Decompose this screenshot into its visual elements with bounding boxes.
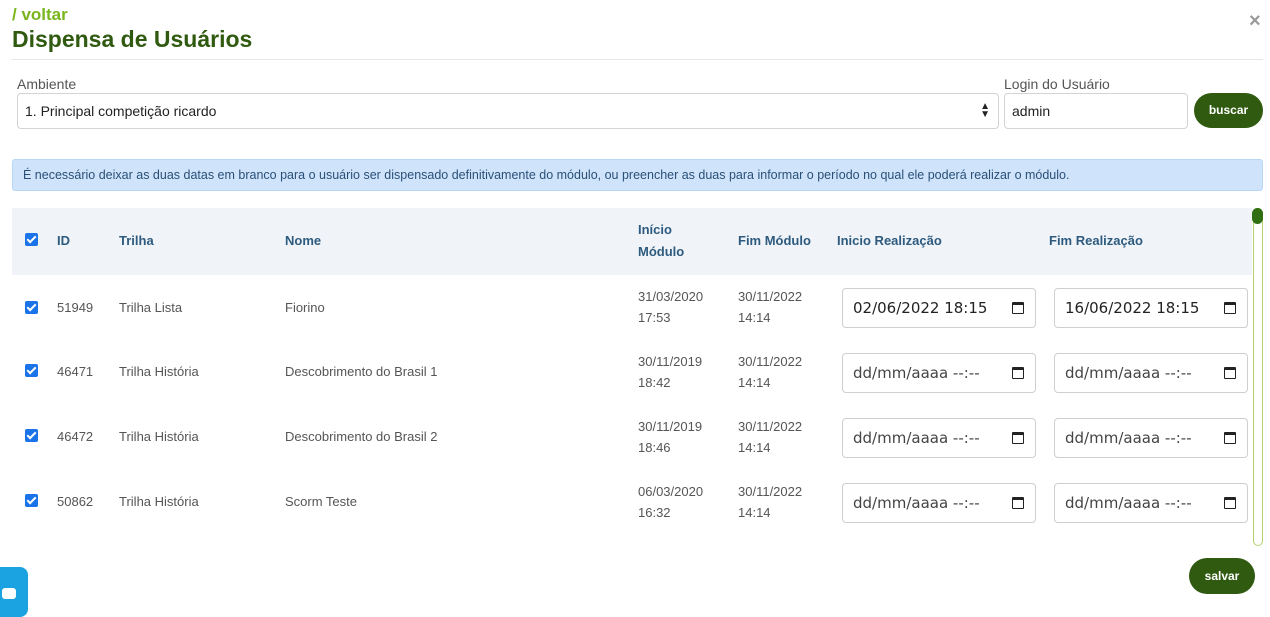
row-trilha: Trilha História <box>119 429 199 444</box>
row-checkbox[interactable] <box>25 494 38 507</box>
calendar-icon[interactable] <box>1224 497 1236 509</box>
row-checkbox[interactable] <box>25 429 38 442</box>
row-fim-time: 14:14 <box>738 310 771 325</box>
login-input[interactable] <box>1004 93 1188 129</box>
row-inicio-time: 18:42 <box>638 375 671 390</box>
table-scrollbar[interactable] <box>1253 208 1263 546</box>
row-id: 51949 <box>57 300 94 315</box>
column-header-id: ID <box>57 233 70 248</box>
calendar-icon[interactable] <box>1224 302 1236 314</box>
calendar-icon[interactable] <box>1012 367 1024 379</box>
row-inicio-date: 31/03/2020 <box>638 289 704 304</box>
row-inicio-date: 06/03/2020 <box>638 484 704 499</box>
row-id: 50862 <box>57 494 94 509</box>
row-trilha: Trilha História <box>119 364 199 379</box>
row-fim-time: 14:14 <box>738 375 771 390</box>
row-inicio-modulo: 30/11/2019 18:42 <box>638 351 702 393</box>
calendar-icon[interactable] <box>1224 367 1236 379</box>
row-inicio-modulo: 06/03/2020 16:32 <box>638 481 703 523</box>
column-header-fim-realizacao: Fim Realização <box>1049 233 1143 248</box>
calendar-icon[interactable] <box>1012 432 1024 444</box>
row-fim-date: 30/11/2022 <box>738 289 803 304</box>
close-icon[interactable]: × <box>1249 11 1261 31</box>
column-header-trilha: Trilha <box>119 233 154 248</box>
row-fim-date: 30/11/2022 <box>738 419 803 434</box>
inicio-realizacao-value: dd/mm/aaaa --:-- <box>853 494 980 512</box>
column-header-fim-modulo: Fim Módulo <box>738 233 811 248</box>
info-alert: É necessário deixar as duas datas em bra… <box>12 159 1263 191</box>
column-header-nome: Nome <box>285 233 322 248</box>
back-link[interactable]: / voltar <box>12 5 68 25</box>
calendar-icon[interactable] <box>1224 432 1236 444</box>
fim-realizacao-input[interactable]: dd/mm/aaaa --:-- <box>1054 353 1248 393</box>
select-arrows-icon: ▲ ▼ <box>980 101 990 120</box>
inicio-realizacao-value: 02/06/2022 18:15 <box>853 299 988 317</box>
save-button[interactable]: salvar <box>1189 558 1255 594</box>
search-button[interactable]: buscar <box>1194 93 1263 128</box>
row-checkbox[interactable] <box>25 364 38 377</box>
page-title: Dispensa de Usuários <box>12 26 253 52</box>
inicio-realizacao-input[interactable]: dd/mm/aaaa --:-- <box>842 483 1036 523</box>
inicio-realizacao-value: dd/mm/aaaa --:-- <box>853 429 980 447</box>
calendar-icon[interactable] <box>1012 302 1024 314</box>
ambiente-select[interactable]: 1. Principal competição ricardo ▲ ▼ <box>17 93 999 129</box>
ambiente-select-value: 1. Principal competição ricardo <box>25 103 217 119</box>
column-header-inicio-modulo: Início Módulo <box>638 219 684 263</box>
chat-icon <box>2 588 16 599</box>
row-fim-modulo: 30/11/2022 14:14 <box>738 416 802 458</box>
inicio-realizacao-input[interactable]: dd/mm/aaaa --:-- <box>842 418 1036 458</box>
row-fim-modulo: 30/11/2022 14:14 <box>738 481 802 523</box>
inicio-realizacao-value: dd/mm/aaaa --:-- <box>853 364 980 382</box>
login-label: Login do Usuário <box>1004 76 1110 92</box>
fim-realizacao-input[interactable]: dd/mm/aaaa --:-- <box>1054 483 1248 523</box>
row-trilha: Trilha Lista <box>119 300 183 315</box>
row-fim-modulo: 30/11/2022 14:14 <box>738 351 802 393</box>
fim-realizacao-input[interactable]: 16/06/2022 18:15 <box>1054 288 1248 328</box>
inicio-realizacao-input[interactable]: 02/06/2022 18:15 <box>842 288 1036 328</box>
table-scrollbar-thumb[interactable] <box>1252 208 1263 224</box>
row-fim-time: 14:14 <box>738 440 771 455</box>
row-fim-date: 30/11/2022 <box>738 484 803 499</box>
row-inicio-date: 30/11/2019 <box>638 419 703 434</box>
select-all-checkbox[interactable] <box>25 233 38 246</box>
fim-realizacao-value: 16/06/2022 18:15 <box>1065 299 1200 317</box>
fim-realizacao-input[interactable]: dd/mm/aaaa --:-- <box>1054 418 1248 458</box>
row-inicio-time: 17:53 <box>638 310 671 325</box>
row-fim-time: 14:14 <box>738 505 771 520</box>
column-header-inicio-realizacao: Inicio Realização <box>837 233 942 248</box>
column-header-inicio-modulo-line2: Módulo <box>638 244 685 259</box>
row-inicio-modulo: 31/03/2020 17:53 <box>638 286 703 328</box>
row-inicio-time: 18:46 <box>638 440 671 455</box>
row-id: 46472 <box>57 429 94 444</box>
fim-realizacao-value: dd/mm/aaaa --:-- <box>1065 429 1192 447</box>
row-fim-date: 30/11/2022 <box>738 354 803 369</box>
row-nome: Descobrimento do Brasil 1 <box>285 364 438 379</box>
chat-button[interactable] <box>0 567 28 617</box>
calendar-icon[interactable] <box>1012 497 1024 509</box>
fim-realizacao-value: dd/mm/aaaa --:-- <box>1065 364 1192 382</box>
row-fim-modulo: 30/11/2022 14:14 <box>738 286 802 328</box>
row-checkbox[interactable] <box>25 301 38 314</box>
inicio-realizacao-input[interactable]: dd/mm/aaaa --:-- <box>842 353 1036 393</box>
fim-realizacao-value: dd/mm/aaaa --:-- <box>1065 494 1192 512</box>
row-inicio-modulo: 30/11/2019 18:46 <box>638 416 702 458</box>
row-inicio-date: 30/11/2019 <box>638 354 703 369</box>
row-nome: Fiorino <box>285 300 325 315</box>
title-divider <box>12 59 1263 60</box>
row-trilha: Trilha História <box>119 494 199 509</box>
row-id: 46471 <box>57 364 94 379</box>
column-header-inicio-modulo-line1: Início <box>638 222 672 237</box>
row-nome: Descobrimento do Brasil 2 <box>285 429 438 444</box>
row-inicio-time: 16:32 <box>638 505 671 520</box>
ambiente-label: Ambiente <box>17 76 77 92</box>
row-nome: Scorm Teste <box>285 494 358 509</box>
